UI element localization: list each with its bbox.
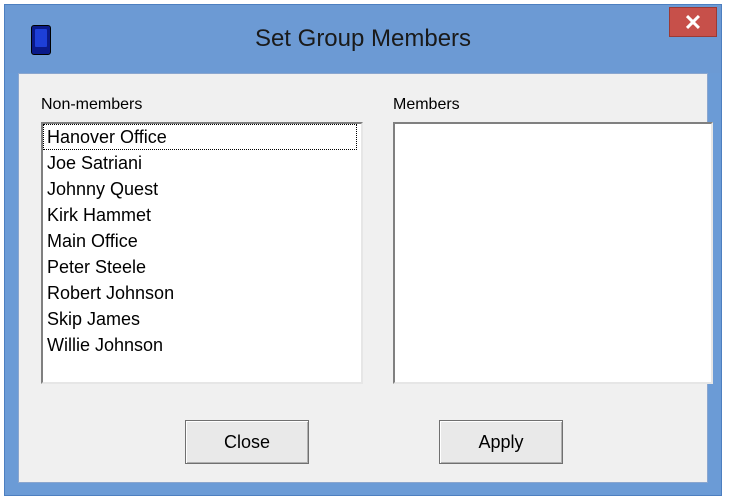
window-close-button[interactable]: ✕ xyxy=(669,7,717,37)
list-item[interactable]: Robert Johnson xyxy=(43,280,361,306)
members-listbox[interactable] xyxy=(393,122,713,384)
list-item[interactable]: Hanover Office xyxy=(43,124,357,150)
non-members-listbox[interactable]: Hanover Office Joe Satriani Johnny Quest Ki… xyxy=(41,122,363,384)
title-bar[interactable]: Set Group Members ✕ xyxy=(5,5,721,73)
list-item[interactable]: Skip James xyxy=(43,306,361,332)
list-item[interactable]: Peter Steele xyxy=(43,254,361,280)
dialog-window: Set Group Members ✕ Non-members Members … xyxy=(4,4,722,496)
apply-button[interactable]: Apply xyxy=(439,420,563,464)
list-item[interactable]: Joe Satriani xyxy=(43,150,361,176)
members-label: Members xyxy=(393,96,460,113)
window-title: Set Group Members xyxy=(254,25,472,52)
close-button[interactable]: Close xyxy=(185,420,309,464)
list-item[interactable]: Kirk Hammet xyxy=(43,202,361,228)
list-item[interactable]: Main Office xyxy=(43,228,361,254)
dialog-client-area: Non-members Members Hanover Office Joe Sa… xyxy=(18,73,713,483)
list-item[interactable]: Johnny Quest xyxy=(43,176,361,202)
non-members-label: Non-members xyxy=(41,96,143,113)
list-item[interactable]: Willie Johnson xyxy=(43,332,361,358)
